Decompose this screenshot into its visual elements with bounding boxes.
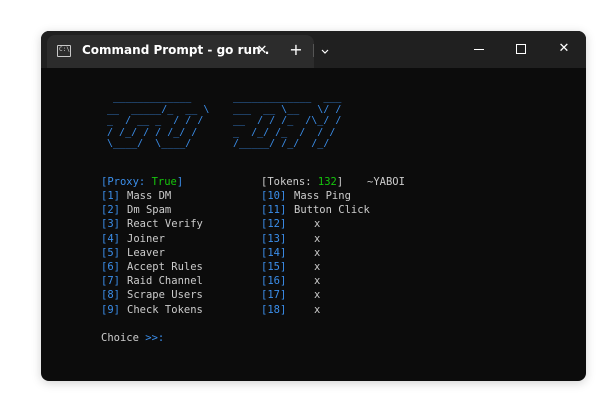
banner-line: \____/ \____/	[101, 138, 192, 149]
tab-divider	[313, 44, 314, 57]
close-tab-icon[interactable]: ✕	[252, 41, 272, 61]
tab-title: Command Prompt - go run .	[82, 43, 270, 57]
banner-line: _ /_/ /_ / / /	[227, 126, 336, 138]
terminal-window: C:\ Command Prompt - go run . ✕ + ✕ ____…	[41, 31, 586, 381]
menu-item-label: Mass DM	[127, 190, 172, 202]
menu-item-number: [16]	[261, 275, 287, 288]
menu-item-label: Scrape Users	[127, 289, 203, 302]
maximize-button[interactable]	[507, 37, 535, 61]
menu-item-label: Mass Ping	[294, 190, 351, 202]
menu-item-number: [2]	[101, 204, 120, 217]
menu-item-number: [11]	[261, 204, 287, 217]
menu-item-label: React Verify	[127, 218, 203, 231]
menu-item-label: Check Tokens	[127, 303, 203, 316]
choice-prompt[interactable]: Choice >>:	[101, 331, 164, 345]
menu-item-number: [15]	[261, 261, 287, 273]
close-window-button[interactable]: ✕	[550, 37, 578, 61]
minimize-button[interactable]	[465, 37, 493, 61]
menu-item-label: x	[314, 275, 321, 288]
menu-item-number: [8]	[101, 289, 120, 302]
menu-item-label: x	[314, 289, 321, 302]
menu-item-label: Accept Rules	[127, 261, 203, 273]
menu-item-number: [10]	[261, 190, 287, 202]
menu-item-number: [4]	[101, 232, 120, 245]
menu-item-label: x	[314, 303, 321, 316]
maximize-icon	[516, 44, 526, 54]
menu-item-number: [9]	[101, 303, 120, 316]
banner-line: _____________ ___	[227, 92, 342, 103]
proxy-status: [Proxy: True]	[101, 176, 184, 188]
menu-item-label: Raid Channel	[127, 275, 203, 288]
menu-item-number: [5]	[101, 246, 120, 259]
banner-line: / /_/ / / /_/ /	[101, 126, 198, 138]
title-bar[interactable]: C:\ Command Prompt - go run . ✕ + ✕	[41, 31, 586, 68]
banner-line: /_____/ /_/ /_/	[227, 138, 330, 149]
menu-item-label: x	[314, 232, 321, 245]
banner-line: _ / __ _ / / /	[101, 115, 204, 126]
user-tag: ~YABOI	[367, 176, 405, 188]
menu-item-number: [17]	[261, 289, 287, 302]
command-prompt-icon: C:\	[57, 45, 71, 57]
menu-item-number: [13]	[261, 232, 287, 245]
menu-item-label: Leaver	[127, 246, 165, 259]
menu-item-number: [14]	[261, 246, 287, 259]
menu-item-number: [1]	[101, 190, 120, 202]
banner-line: __ _____/_ __ \	[101, 103, 210, 115]
menu-item-label: Button Click	[294, 204, 370, 217]
menu-item-number: [18]	[261, 303, 287, 316]
menu-item-number: [7]	[101, 275, 120, 288]
tab-command-prompt[interactable]: C:\ Command Prompt - go run . ✕	[47, 35, 314, 68]
banner-line: _____________	[101, 92, 192, 103]
chevron-down-icon[interactable]	[315, 42, 335, 60]
new-tab-button[interactable]: +	[286, 40, 306, 60]
minimize-icon	[474, 49, 484, 50]
menu-item-label: Joiner	[127, 232, 165, 245]
menu-item-label: x	[314, 218, 321, 231]
menu-item-number: [12]	[261, 218, 287, 231]
banner-line: __ / / /_ /\_/ /	[227, 115, 342, 126]
menu-item-number: [3]	[101, 218, 120, 231]
menu-item-number: [6]	[101, 261, 120, 273]
tokens-status: [Tokens: 132]	[261, 176, 344, 188]
menu-item-label: x	[314, 246, 321, 259]
banner-line: ___ __ \__ \/ /	[227, 103, 342, 115]
menu-item-label: Dm Spam	[127, 204, 172, 217]
menu-item-label: x	[314, 261, 321, 273]
